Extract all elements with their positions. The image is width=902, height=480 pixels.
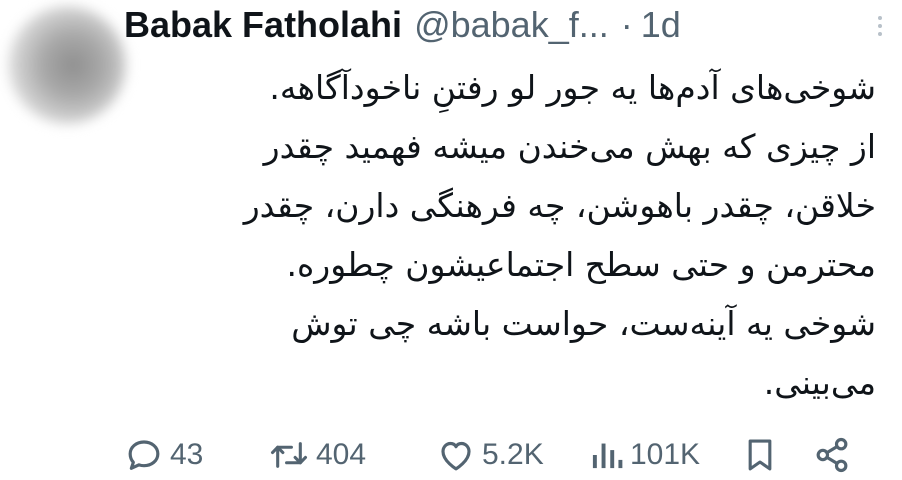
avatar[interactable] xyxy=(8,6,126,124)
views-count: 101K xyxy=(630,438,701,471)
retweet-button[interactable]: 404 xyxy=(268,432,366,478)
retweet-icon xyxy=(268,435,310,475)
tweet-line: محترمن و حتی سطح اجتماعیشون چطوره. xyxy=(286,245,876,284)
tweet-line: می‌بینی. xyxy=(763,363,876,402)
tweet-header: Babak Fatholahi @babak_f... · 1d xyxy=(124,0,894,50)
more-options-icon[interactable] xyxy=(870,10,890,42)
bookmark-icon xyxy=(742,435,778,475)
reply-icon xyxy=(124,435,164,475)
more-dot xyxy=(878,16,882,20)
heart-icon xyxy=(436,435,476,475)
like-count: 5.2K xyxy=(482,438,544,471)
tweet-line: شوخی یه آینه‌ست، حواست باشه چی توش xyxy=(291,304,876,343)
bookmark-button[interactable] xyxy=(742,432,778,478)
tweet-text: شوخی‌های آدم‌ها یه جور لو رفتنِ ناخودآگا… xyxy=(128,58,876,412)
tweet-line: خلاقن، چقدر باهوشن، چه فرهنگی دارن، چقدر xyxy=(243,186,876,225)
more-dot xyxy=(878,24,882,28)
share-button[interactable] xyxy=(812,432,852,478)
like-button[interactable]: 5.2K xyxy=(436,432,544,478)
author-name[interactable]: Babak Fatholahi xyxy=(124,0,402,50)
reply-button[interactable]: 43 xyxy=(124,432,203,478)
views-bar-chart-icon xyxy=(588,435,624,475)
share-icon xyxy=(812,435,852,475)
views-button[interactable]: 101K xyxy=(588,432,700,478)
reply-count: 43 xyxy=(170,438,204,471)
timestamp[interactable]: 1d xyxy=(641,0,681,50)
tweet-line: از چیزی که بهش می‌خندن میشه فهمید چقدر xyxy=(263,127,876,166)
retweet-count: 404 xyxy=(316,438,367,471)
separator-dot: · xyxy=(620,4,633,45)
tweet-actions-bar: 43 404 5.2K 101K xyxy=(124,432,864,478)
author-handle[interactable]: @babak_f... xyxy=(414,0,609,50)
more-dot xyxy=(878,32,882,36)
tweet-line: شوخی‌های آدم‌ها یه جور لو رفتنِ ناخودآگا… xyxy=(269,68,876,107)
